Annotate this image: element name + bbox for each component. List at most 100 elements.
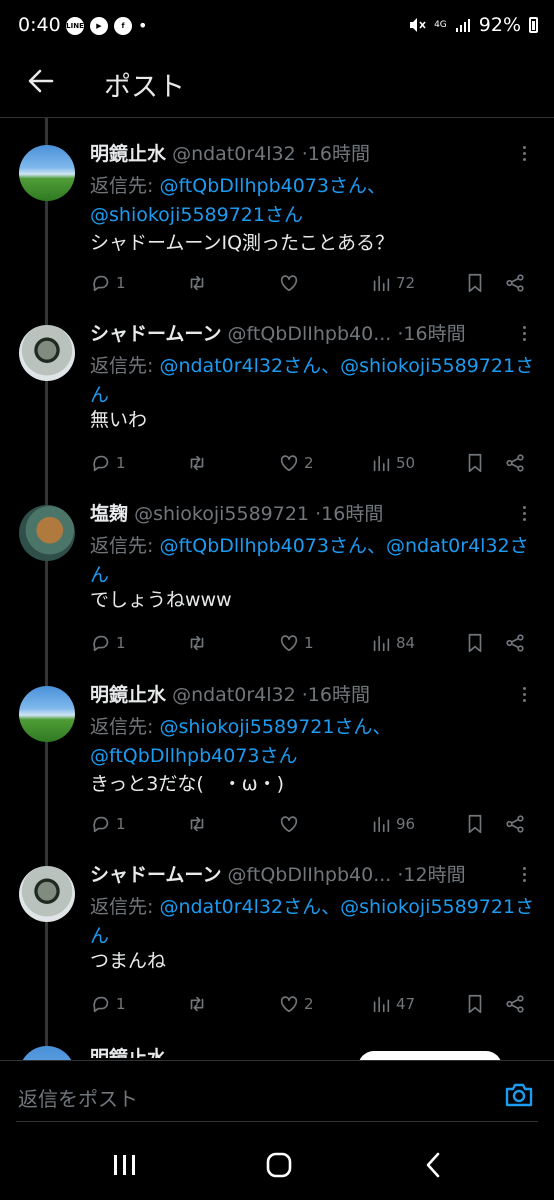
repost-button[interactable]: [186, 993, 212, 1015]
avatar[interactable]: [19, 686, 75, 742]
status-app-icons: LINE ▶ f •: [66, 16, 147, 35]
video-app-icon: ▶: [90, 16, 108, 35]
reply-icon: [93, 275, 109, 292]
tweet-header: シャドームーン @ftQbDlIhpb40... ·12時間: [90, 863, 505, 887]
reply-icon: [93, 996, 109, 1013]
display-name[interactable]: 明鏡止水: [90, 143, 166, 165]
reply-to-line: 返信先: @ftQbDllhpb4073さん、@ndat0r4l32さん: [90, 532, 540, 590]
tweet[interactable]: 明鏡止水 @ndat0r4l32 ·16時間 返信先: @ftQbDllhpb4…: [0, 122, 554, 302]
tweet-text: シャドームーンIQ測ったことある？: [90, 232, 395, 254]
like-button[interactable]: [278, 813, 304, 835]
display-name[interactable]: 塩麹: [90, 503, 128, 525]
user-handle[interactable]: @shiokoji5589721: [134, 503, 309, 525]
like-button[interactable]: [278, 272, 304, 294]
page-title: ポスト: [104, 72, 185, 103]
bookmark-button[interactable]: [464, 993, 486, 1015]
like-count: 2: [304, 454, 314, 472]
bookmark-button[interactable]: [464, 632, 486, 654]
avatar[interactable]: [19, 866, 75, 922]
display-name[interactable]: 明鏡止水: [90, 684, 166, 706]
bookmark-button[interactable]: [464, 452, 486, 474]
system-back-icon[interactable]: [418, 1150, 452, 1180]
reply-to-line: 返信先: @ftQbDllhpb4073さん、@shiokoji5589721さ…: [90, 172, 540, 230]
user-handle[interactable]: @ndat0r4l32: [172, 143, 296, 165]
back-arrow-icon[interactable]: [26, 66, 56, 96]
like-button[interactable]: 1: [278, 632, 314, 654]
share-button[interactable]: [504, 993, 526, 1015]
reply-input[interactable]: 返信をポスト: [18, 1083, 138, 1112]
reply-button[interactable]: 1: [90, 452, 126, 474]
more-notifications-dot: •: [138, 16, 148, 35]
views-button[interactable]: 96: [370, 813, 415, 835]
compose-divider: [16, 1121, 538, 1122]
user-handle[interactable]: @ftQbDlIhpb40...: [228, 323, 392, 345]
repost-button[interactable]: [186, 272, 212, 294]
views-icon: [373, 816, 390, 833]
top-header: ポスト: [0, 52, 554, 118]
display-name[interactable]: シャドームーン: [90, 323, 221, 345]
user-handle[interactable]: @ndat0r4l32: [172, 684, 296, 706]
reply-to-label: 返信先:: [90, 535, 160, 557]
reply-button[interactable]: 1: [90, 993, 126, 1015]
share-button[interactable]: [504, 272, 526, 294]
view-count: 50: [396, 454, 416, 472]
reply-button[interactable]: 1: [90, 632, 126, 654]
more-options-icon[interactable]: [520, 506, 528, 526]
status-indicators: 4G 92%: [408, 14, 538, 36]
network-type: 4G: [434, 20, 447, 30]
home-icon[interactable]: [262, 1150, 296, 1180]
more-options-icon[interactable]: [520, 867, 528, 887]
share-icon: [506, 815, 524, 833]
like-button[interactable]: 2: [278, 993, 314, 1015]
tweet-text: 無いわ: [90, 409, 148, 431]
tweet[interactable]: シャドームーン @ftQbDlIhpb40... ·12時間 返信先: @nda…: [0, 843, 554, 1023]
avatar[interactable]: [19, 505, 75, 561]
timestamp[interactable]: 16時間: [308, 143, 370, 165]
reply-compose-bar[interactable]: 返信をポスト: [0, 1060, 554, 1124]
tweet[interactable]: 塩麹 @shiokoji5589721 ·16時間 返信先: @ftQbDllh…: [0, 482, 554, 662]
bookmark-button[interactable]: [464, 272, 486, 294]
tweet-actions: 1 72: [90, 272, 530, 296]
repost-button[interactable]: [186, 452, 212, 474]
repost-button[interactable]: [186, 813, 212, 835]
share-icon: [506, 634, 524, 652]
facebook-app-icon: f: [114, 16, 132, 35]
tweet[interactable]: 明鏡止水 @ndat0r4l32 ·16時間 返信先: @shiokoji558…: [0, 663, 554, 843]
views-button[interactable]: 47: [370, 993, 415, 1015]
avatar[interactable]: [19, 325, 75, 381]
bookmark-button[interactable]: [464, 813, 486, 835]
more-options-icon[interactable]: [520, 326, 528, 346]
recent-apps-icon[interactable]: [108, 1150, 142, 1180]
share-button[interactable]: [504, 452, 526, 474]
timestamp[interactable]: 16時間: [403, 323, 465, 345]
tweet[interactable]: シャドームーン @ftQbDlIhpb40... ·16時間 返信先: @nda…: [0, 302, 554, 482]
share-button[interactable]: [504, 813, 526, 835]
timestamp[interactable]: 12時間: [403, 864, 465, 886]
reply-to-line: 返信先: @ndat0r4l32さん、@shiokoji5589721さん: [90, 352, 540, 410]
reply-count: 1: [116, 634, 126, 652]
display-name[interactable]: シャドームーン: [90, 864, 221, 886]
views-button[interactable]: 72: [370, 272, 415, 294]
bookmark-icon: [468, 814, 482, 834]
share-button[interactable]: [504, 632, 526, 654]
avatar[interactable]: [19, 145, 75, 201]
reply-button[interactable]: 1: [90, 813, 126, 835]
like-button[interactable]: 2: [278, 452, 314, 474]
view-count: 47: [396, 995, 416, 1013]
reply-button[interactable]: 1: [90, 272, 126, 294]
more-options-icon[interactable]: [520, 687, 528, 707]
reply-count: 1: [116, 454, 126, 472]
heart-icon: [280, 816, 298, 833]
bookmark-icon: [468, 994, 482, 1014]
views-icon: [373, 275, 390, 292]
reply-count: 1: [116, 815, 126, 833]
timestamp[interactable]: 16時間: [308, 684, 370, 706]
user-handle[interactable]: @ftQbDlIhpb40...: [228, 864, 392, 886]
views-button[interactable]: 50: [370, 452, 415, 474]
timestamp[interactable]: 16時間: [321, 503, 383, 525]
repost-button[interactable]: [186, 632, 212, 654]
more-options-icon[interactable]: [520, 146, 528, 166]
views-button[interactable]: 84: [370, 632, 415, 654]
reply-count: 1: [116, 995, 126, 1013]
camera-icon[interactable]: [504, 1081, 534, 1109]
